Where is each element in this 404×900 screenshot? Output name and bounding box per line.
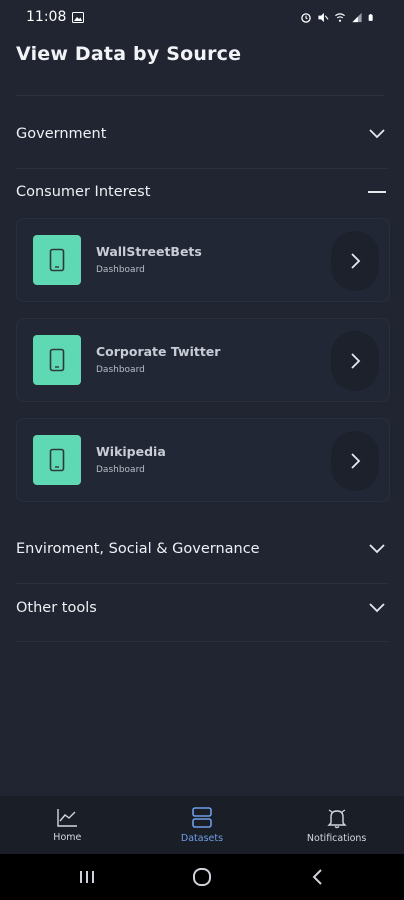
phone-icon	[49, 448, 65, 472]
card-wallstreetbets[interactable]: WallStreetBets Dashboard	[16, 218, 390, 302]
nav-label: Datasets	[180, 832, 224, 844]
section-esg[interactable]: Enviroment, Social & Governance	[0, 529, 404, 569]
card-subtitle: Dashboard	[96, 365, 145, 375]
chevron-right-icon[interactable]	[331, 431, 379, 491]
status-time: 11:08	[26, 9, 67, 25]
chevron-right-icon[interactable]	[331, 331, 379, 391]
phone-icon	[49, 348, 65, 372]
bell-icon	[326, 808, 347, 828]
section-divider	[16, 168, 388, 169]
home-circle-icon[interactable]	[182, 857, 222, 897]
battery-icon	[368, 13, 373, 21]
title-divider	[16, 95, 384, 96]
signal-icon	[352, 12, 362, 22]
gallery-icon	[72, 11, 85, 23]
section-divider	[16, 641, 388, 642]
card-title: Corporate Twitter	[96, 344, 221, 359]
nav-label: Home	[53, 831, 82, 843]
chevron-right-icon[interactable]	[331, 231, 379, 291]
nav-notifications[interactable]: Notifications	[272, 796, 402, 854]
page-title: View Data by Source	[16, 43, 242, 65]
section-label: Other tools	[16, 600, 97, 616]
card-title: Wikipedia	[96, 444, 166, 459]
tile	[33, 235, 81, 285]
section-label: Enviroment, Social & Governance	[16, 541, 260, 557]
recents-icon[interactable]	[67, 857, 107, 897]
section-other-tools[interactable]: Other tools	[0, 588, 404, 628]
nav-home[interactable]: Home	[2, 796, 132, 854]
card-subtitle: Dashboard	[96, 465, 145, 475]
card-corporate-twitter[interactable]: Corporate Twitter Dashboard	[16, 318, 390, 402]
nav-datasets[interactable]: Datasets	[137, 796, 267, 854]
section-government[interactable]: Government	[0, 114, 404, 154]
tile	[33, 335, 81, 385]
nav-label: Notifications	[306, 832, 367, 844]
chevron-down-icon[interactable]	[366, 597, 388, 619]
collapse-minus-icon[interactable]	[366, 181, 388, 203]
tile	[33, 435, 81, 485]
back-icon[interactable]	[297, 857, 337, 897]
bottom-nav: Home Datasets Notifications	[0, 796, 404, 854]
chevron-down-icon[interactable]	[366, 538, 388, 560]
phone-icon	[49, 248, 65, 272]
mute-icon	[318, 12, 329, 22]
alarm-icon	[301, 12, 311, 23]
status-bar: 11:08	[0, 0, 404, 34]
section-label: Government	[16, 126, 107, 142]
wifi-icon	[335, 12, 345, 22]
system-nav-bar	[0, 854, 404, 900]
section-consumer-interest[interactable]: Consumer Interest	[0, 172, 404, 212]
chevron-down-icon[interactable]	[366, 123, 388, 145]
section-divider	[16, 583, 388, 584]
card-title: WallStreetBets	[96, 244, 202, 259]
chart-line-icon	[57, 808, 78, 827]
card-wikipedia[interactable]: Wikipedia Dashboard	[16, 418, 390, 502]
section-label: Consumer Interest	[16, 184, 151, 200]
card-subtitle: Dashboard	[96, 265, 145, 275]
datasets-icon	[192, 806, 212, 828]
